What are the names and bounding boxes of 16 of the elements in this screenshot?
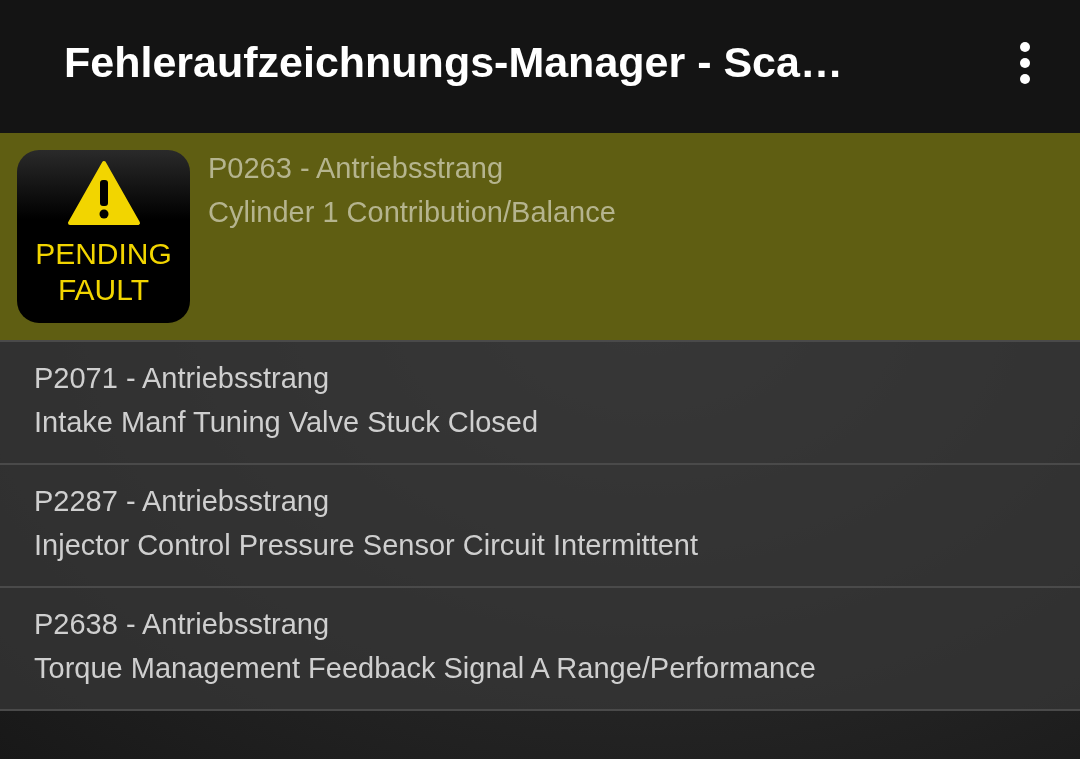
fault-description: Cylinder 1 Contribution/Balance	[208, 195, 616, 230]
window-title: Fehleraufzeichnungs-Manager - Sca…	[64, 38, 843, 87]
badge-label: PENDING	[35, 236, 172, 272]
fault-description: Injector Control Pressure Sensor Circuit Intermittent	[34, 528, 699, 563]
fault-code: P0263 - Antriebsstrang	[208, 151, 504, 186]
fault-description: Torque Management Feedback Signal A Range/Performance	[34, 651, 816, 686]
more-options-icon[interactable]	[1018, 40, 1032, 85]
warning-icon	[66, 160, 141, 226]
fault-code: P2071 - Antriebsstrang	[34, 361, 330, 396]
fault-list-item[interactable]: P2071 - Antriebsstrang Intake Manf Tuning Valve Stuck Closed	[0, 342, 1080, 465]
fault-list-item[interactable]: P2287 - Antriebsstrang Injector Control Pressure Sensor Circuit Intermittent	[0, 465, 1080, 588]
fault-description: Intake Manf Tuning Valve Stuck Closed	[34, 405, 539, 440]
fault-code: P2287 - Antriebsstrang	[34, 484, 330, 519]
fault-code: P2638 - Antriebsstrang	[34, 607, 330, 642]
badge-label: FAULT	[57, 272, 150, 308]
fault-list-item[interactable]: P2638 - Antriebsstrang Torque Management Feedback Signal A Range/Performance	[0, 588, 1080, 711]
